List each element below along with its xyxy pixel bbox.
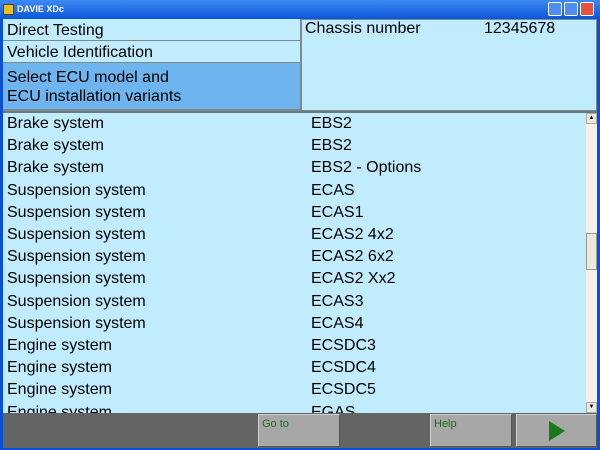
system-name: Suspension system — [7, 203, 146, 221]
system-name: Suspension system — [7, 248, 146, 266]
ecu-model: EBS2 - Options — [311, 159, 422, 177]
list-item[interactable]: Suspension system ECAS2 6x2 — [3, 246, 587, 268]
system-name: Engine system — [7, 381, 112, 399]
help-button[interactable]: Help — [430, 414, 512, 447]
nav-vehicle-identification[interactable]: Vehicle Identification — [3, 41, 300, 63]
ecu-model: ECAS2 6x2 — [311, 248, 394, 266]
ecu-model: EBS2 — [311, 115, 352, 132]
nav-select-ecu[interactable]: Select ECU model and ECU installation va… — [3, 63, 300, 110]
list-item[interactable]: Brake system EBS2 — [3, 113, 587, 135]
list-item[interactable]: Suspension system ECAS — [3, 180, 587, 202]
system-name: Brake system — [7, 137, 104, 155]
list-item[interactable]: Engine system ECSDC3 — [3, 335, 587, 357]
scroll-down-icon[interactable]: ▼ — [586, 402, 597, 413]
play-arrow-icon — [549, 421, 565, 441]
bottom-toolbar: Go to Help — [3, 413, 597, 448]
system-name: Engine system — [7, 359, 112, 377]
system-name: Suspension system — [7, 181, 146, 199]
scrollbar[interactable]: ▲ ▼ — [586, 113, 597, 413]
info-panel: Chassis number 12345678 — [301, 19, 597, 111]
next-button[interactable] — [516, 414, 597, 447]
list-item[interactable]: Suspension system ECAS2 4x2 — [3, 224, 587, 246]
list-item[interactable]: Engine system EGAS — [3, 402, 587, 413]
ecu-model: ECAS — [311, 181, 355, 199]
chassis-label: Chassis number — [305, 20, 421, 37]
list-item[interactable]: Suspension system ECAS1 — [3, 202, 587, 224]
app-icon — [3, 4, 14, 15]
system-name: Suspension system — [7, 292, 146, 310]
chassis-value: 12345678 — [484, 20, 556, 37]
system-name: Suspension system — [7, 226, 146, 243]
ecu-model: ECSDC5 — [311, 381, 376, 399]
system-name: Engine system — [7, 403, 112, 413]
list-item[interactable]: Engine system ECSDC4 — [3, 357, 587, 379]
list-item[interactable]: Engine system ECSDC5 — [3, 379, 587, 401]
ecu-model: ECAS2 Xx2 — [311, 270, 396, 288]
nav-direct-testing[interactable]: Direct Testing — [3, 19, 300, 41]
ecu-model: ECSDC4 — [311, 359, 376, 377]
system-name: Suspension system — [7, 314, 146, 332]
list-item[interactable]: Suspension system ECAS2 Xx2 — [3, 268, 587, 290]
maximize-button[interactable] — [564, 2, 578, 16]
ecu-model: EBS2 — [311, 137, 352, 155]
scroll-up-icon[interactable]: ▲ — [586, 113, 597, 124]
system-name: Engine system — [7, 337, 112, 354]
close-button[interactable] — [580, 2, 594, 16]
ecu-list: Engine system EGAS Engine system ECSDC5 Engi… — [3, 111, 597, 413]
system-name: Brake system — [7, 115, 104, 132]
ecu-model: ECAS1 — [311, 203, 364, 221]
title-bar: DAVIE XDc — [0, 0, 600, 19]
list-item[interactable]: Suspension system ECAS4 — [3, 313, 587, 335]
list-item[interactable]: Suspension system ECAS3 — [3, 291, 587, 313]
list-item[interactable]: Brake system EBS2 — [3, 135, 587, 157]
ecu-model: ECSDC3 — [311, 337, 376, 354]
ecu-model: ECAS4 — [311, 314, 364, 332]
ecu-model: EGAS — [311, 403, 356, 413]
list-item[interactable]: Brake system EBS2 - Options — [3, 157, 587, 179]
system-name: Brake system — [7, 159, 104, 177]
window-title: DAVIE XDc — [17, 4, 64, 14]
ecu-model: ECAS3 — [311, 292, 364, 310]
scrollbar-thumb[interactable] — [586, 233, 597, 270]
ecu-model: ECAS2 4x2 — [311, 226, 394, 243]
system-name: Suspension system — [7, 270, 146, 288]
minimize-button[interactable] — [548, 2, 562, 16]
goto-button[interactable]: Go to — [258, 414, 340, 447]
